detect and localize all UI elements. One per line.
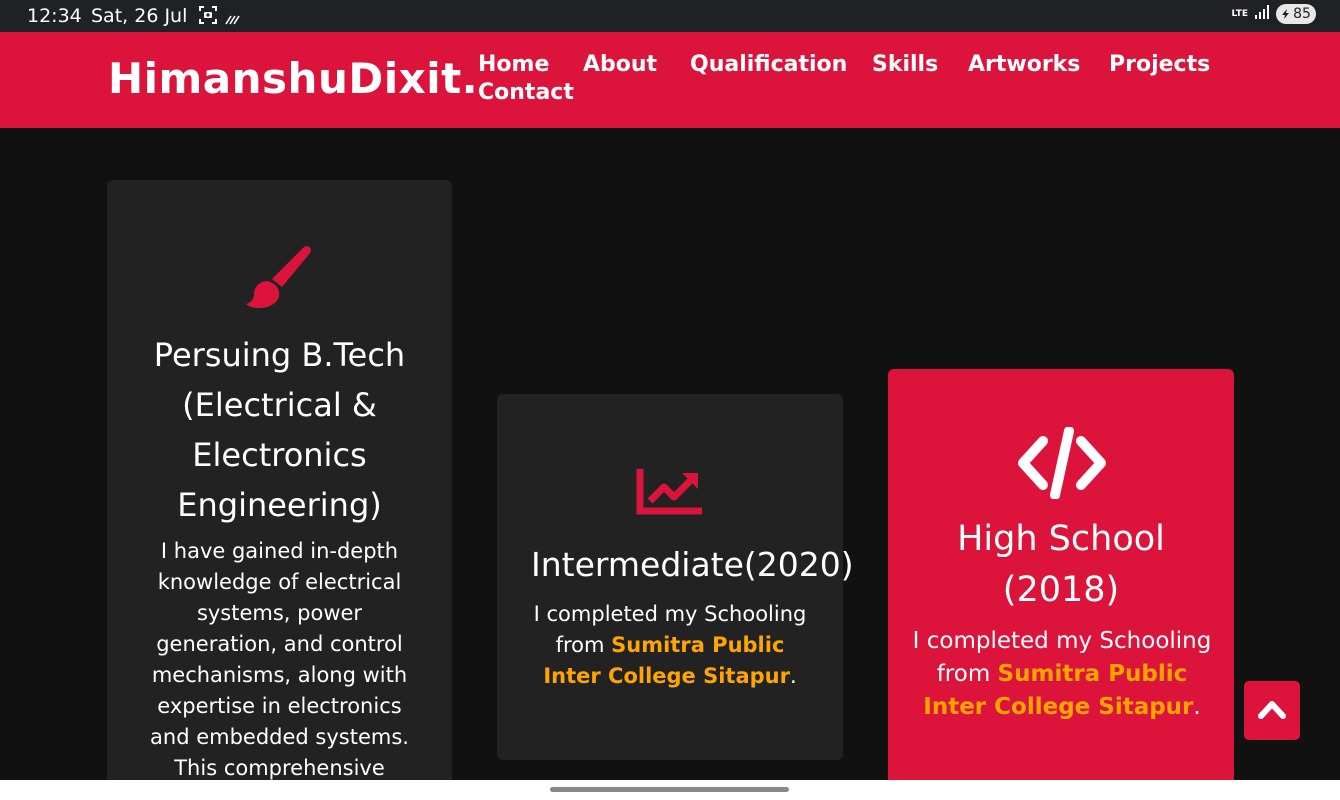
card-text-line: knowledge of electrical <box>157 570 402 594</box>
home-gesture-handle[interactable] <box>550 787 789 792</box>
qualification-card-intermediate: Intermediate(2020) I completed my School… <box>497 394 854 760</box>
card-text-line: systems, power <box>196 601 363 625</box>
battery-icon: 85 <box>1276 4 1316 24</box>
signal-icon <box>1254 4 1270 24</box>
card-title: Intermediate(2020) <box>531 545 854 584</box>
battery-level: 85 <box>1293 6 1311 22</box>
card-text-line: mechanisms, along with <box>151 663 408 687</box>
card-text-line: generation, and control <box>156 632 403 656</box>
card-text-line: I have gained in-depth <box>160 539 399 563</box>
nav-home[interactable]: Home <box>478 52 549 77</box>
card-title-line: (Electrical & <box>182 386 377 424</box>
status-bar: 12:34 Sat, 26 Jul LTE 85 <box>0 0 1340 32</box>
chevron-up-icon <box>1258 699 1286 723</box>
nav-qualification[interactable]: Qualification <box>690 52 847 77</box>
card-text-line: expertise in electronics <box>157 694 402 718</box>
network-label: LTE <box>1231 8 1248 19</box>
status-date: Sat, 26 Jul <box>91 5 188 27</box>
scroll-top-button[interactable] <box>1244 681 1300 740</box>
brand-logo[interactable]: HimanshuDixit. <box>108 54 478 103</box>
nav-projects[interactable]: Projects <box>1109 52 1210 77</box>
nav-contact[interactable]: Contact <box>478 80 574 105</box>
qualification-card-highschool: High School (2018) I completed my School… <box>888 369 1234 800</box>
card-description: I have gained in-depth knowledge of elec… <box>107 536 452 784</box>
card-title-line: (2018) <box>1002 570 1120 610</box>
card-title-line: High School <box>957 519 1165 559</box>
nav-about[interactable]: About <box>583 52 657 77</box>
screenshot-icon <box>199 6 217 28</box>
stripes-icon <box>225 10 241 29</box>
paint-brush-icon <box>244 243 314 317</box>
card-description: I completed my Schooling from Sumitra Pu… <box>525 599 815 692</box>
site-header: HimanshuDixit. Home About Qualification … <box>0 32 1340 128</box>
nav-skills[interactable]: Skills <box>872 52 938 77</box>
card-title-line: Electronics <box>192 436 367 474</box>
qualification-card-btech: Persuing B.Tech (Electrical & Electronic… <box>107 180 452 800</box>
code-icon <box>1017 426 1107 503</box>
card-description: I completed my Schooling from Sumitra Pu… <box>910 625 1214 724</box>
card-text-end: . <box>1193 694 1201 720</box>
card-title-line: Engineering) <box>177 486 382 524</box>
status-time: 12:34 <box>27 5 82 27</box>
nav-artworks[interactable]: Artworks <box>968 52 1080 77</box>
card-text-line: and embedded systems. <box>150 725 409 749</box>
card-title-line: Persuing B.Tech <box>153 336 406 374</box>
chart-line-icon <box>636 467 704 523</box>
card-text-end: . <box>789 664 797 688</box>
